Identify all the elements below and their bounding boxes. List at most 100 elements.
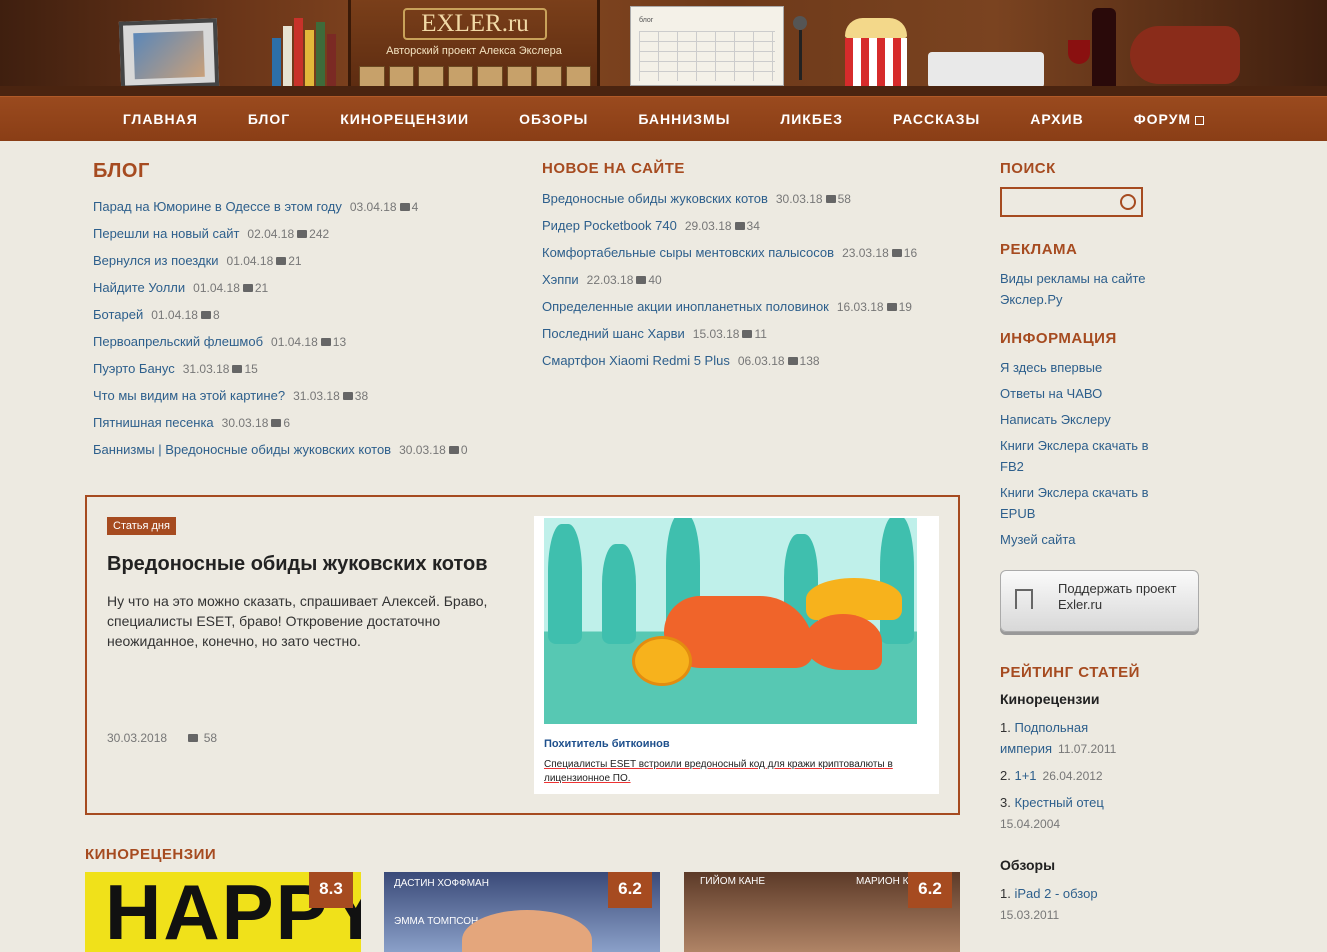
rating-list: 1. iPad 2 - обзор 15.03.2011 [1000, 883, 1230, 926]
post-date: 22.03.18 [586, 273, 634, 287]
movies-heading: КИНОРЕЦЕНЗИИ [85, 846, 217, 863]
nav-item-reviews[interactable]: ОБЗОРЫ [494, 97, 613, 141]
image-caption: Похититель биткоинов [544, 738, 670, 750]
support-button[interactable]: Поддержать проект Exler.ru [1000, 570, 1199, 632]
nav-item-main[interactable]: ГЛАВНАЯ [98, 97, 223, 141]
news-link[interactable]: Вредоносные обиды жуковских котов [542, 191, 768, 206]
article-excerpt: Ну что на это можно сказать, спрашивает … [107, 593, 488, 649]
comment-icon [271, 418, 282, 427]
search-icon[interactable] [1120, 194, 1136, 210]
comment-icon [891, 248, 902, 257]
site-logo[interactable]: EXLER.ru [403, 8, 547, 40]
comment-icon [232, 364, 243, 373]
nav-item-archive[interactable]: АРХИВ [1005, 97, 1108, 141]
list-item: Комфортабельные сыры ментовских палысосо… [542, 239, 972, 266]
post-date: 30.03.18 [399, 443, 446, 457]
article-date: 30.03.2018 [107, 731, 168, 745]
info-link[interactable]: Ответы на ЧАВО [1000, 386, 1102, 401]
comment-icon [636, 275, 647, 284]
rating-link[interactable]: iPad 2 - обзор [1014, 886, 1097, 901]
ads-heading: РЕКЛАМА [1000, 241, 1078, 258]
blog-link[interactable]: Вернулся из поездки [93, 253, 219, 268]
article-image[interactable]: Похититель биткоинов Специалисты ESET вс… [534, 516, 939, 794]
news-link[interactable]: Ридер Pocketbook 740 [542, 218, 677, 233]
blog-link[interactable]: Что мы видим на этой картине? [93, 388, 285, 403]
shelf [0, 86, 1327, 96]
movie-card[interactable]: ГИЙОМ КАНЕ МАРИОН К 6.2 [684, 872, 960, 952]
comment-icon [399, 202, 410, 211]
post-date: 30.03.18 [775, 192, 823, 206]
blog-link[interactable]: Пятнишная песенка [93, 415, 214, 430]
comment-icon [734, 221, 745, 230]
news-link[interactable]: Смартфон Xiaomi Redmi 5 Plus [542, 353, 730, 368]
comment-count: 16 [903, 246, 918, 260]
info-link[interactable]: Написать Экслеру [1000, 412, 1111, 427]
microphone-icon [790, 16, 810, 86]
post-date: 02.04.18 [247, 227, 295, 241]
info-link[interactable]: Я здесь впервые [1000, 360, 1102, 375]
comment-icon [242, 283, 253, 292]
comment-count: 21 [288, 254, 302, 268]
rating-link[interactable]: 1+1 [1014, 768, 1036, 783]
list-item: Определенные акции инопланетных половино… [542, 293, 972, 320]
comment-count: 21 [254, 281, 269, 295]
news-link[interactable]: Последний шанс Харви [542, 326, 685, 341]
nav-item-blog[interactable]: БЛОГ [223, 97, 315, 141]
post-date: 30.03.18 [221, 416, 269, 430]
news-link[interactable]: Хэппи [542, 272, 579, 287]
info-link[interactable]: Музей сайта [1000, 532, 1075, 547]
blog-link[interactable]: Парад на Юморине в Одессе в этом году [93, 199, 342, 214]
comment-count: 4 [411, 200, 419, 214]
rating-date: 11.07.2011 [1058, 742, 1117, 756]
list-item: Смартфон Xiaomi Redmi 5 Plus 06.03.18 138 [542, 347, 972, 374]
news-link[interactable]: Определенные акции инопланетных половино… [542, 299, 829, 314]
movie-card[interactable]: HAPPY 8.3 [85, 872, 361, 952]
list-item: Пуэрто Банус 31.03.18 15 [93, 355, 513, 382]
blog-link[interactable]: Первоапрельский флешмоб [93, 334, 263, 349]
blog-link[interactable]: Ботарей [93, 307, 143, 322]
comment-icon [276, 256, 287, 265]
support-label: Поддержать проект Exler.ru [1058, 581, 1177, 612]
article-title[interactable]: Вредоносные обиды жуковских котов [107, 553, 488, 576]
info-links: Я здесь впервые Ответы на ЧАВО Написать … [1000, 357, 1230, 550]
blog-link[interactable]: Найдите Уолли [93, 280, 185, 295]
blog-link[interactable]: Пуэрто Банус [93, 361, 175, 376]
rating-date: 15.04.2004 [1000, 817, 1061, 831]
search-input[interactable] [1000, 187, 1143, 217]
comment-count: 11 [754, 327, 767, 341]
nav-item-stories[interactable]: РАССКАЗЫ [868, 97, 1005, 141]
comment-icon [297, 229, 308, 238]
rank: 2. [1000, 768, 1011, 783]
nav-item-movie-reviews[interactable]: КИНОРЕЦЕНЗИИ [315, 97, 494, 141]
nav-item-likbez[interactable]: ЛИКБЕЗ [755, 97, 868, 141]
blog-link[interactable]: Баннизмы | Вредоносные обиды жуковских к… [93, 442, 391, 457]
list-item: Вернулся из поездки 01.04.18 21 [93, 247, 513, 274]
poster-credit: ДАСТИН ХОФФМАН [394, 878, 489, 889]
ads-link[interactable]: Виды рекламы на сайте Экслер.Ру [1000, 271, 1146, 307]
article-of-the-day: Статья дня Вредоносные обиды жуковских к… [85, 495, 960, 815]
comment-icon [825, 194, 836, 203]
poster-credit: МАРИОН К [856, 876, 909, 887]
comment-icon [320, 337, 331, 346]
comment-icon [200, 310, 211, 319]
calendar-decoration: блог [630, 6, 784, 86]
rating-date: 26.04.2012 [1042, 769, 1103, 783]
news-link[interactable]: Комфортабельные сыры ментовских палысосо… [542, 245, 834, 260]
rating-heading: РЕЙТИНГ СТАТЕЙ [1000, 664, 1140, 681]
comment-count: 38 [354, 389, 369, 403]
poster-credit: ГИЙОМ КАНЕ [700, 876, 766, 887]
blog-link[interactable]: Перешли на новый сайт [93, 226, 239, 241]
projector-icon [928, 52, 1044, 88]
info-link[interactable]: Книги Экслера скачать в EPUB [1000, 485, 1149, 521]
coin-pile-icon [806, 578, 902, 620]
nav-item-bannizmy[interactable]: БАННИЗМЫ [613, 97, 755, 141]
comment-count: 8 [212, 308, 220, 322]
comment-count: 0 [460, 443, 468, 457]
movie-card[interactable]: ДАСТИН ХОФФМАН ЭММА ТОМПСОН 6.2 [384, 872, 660, 952]
info-heading: ИНФОРМАЦИЯ [1000, 330, 1117, 347]
article-comments: 58 [203, 731, 218, 745]
info-link[interactable]: Книги Экслера скачать в FB2 [1000, 438, 1149, 474]
post-date: 01.04.18 [226, 254, 274, 268]
rating-link[interactable]: Крестный отец [1014, 795, 1103, 810]
nav-item-forum[interactable]: ФОРУМ [1109, 97, 1229, 141]
